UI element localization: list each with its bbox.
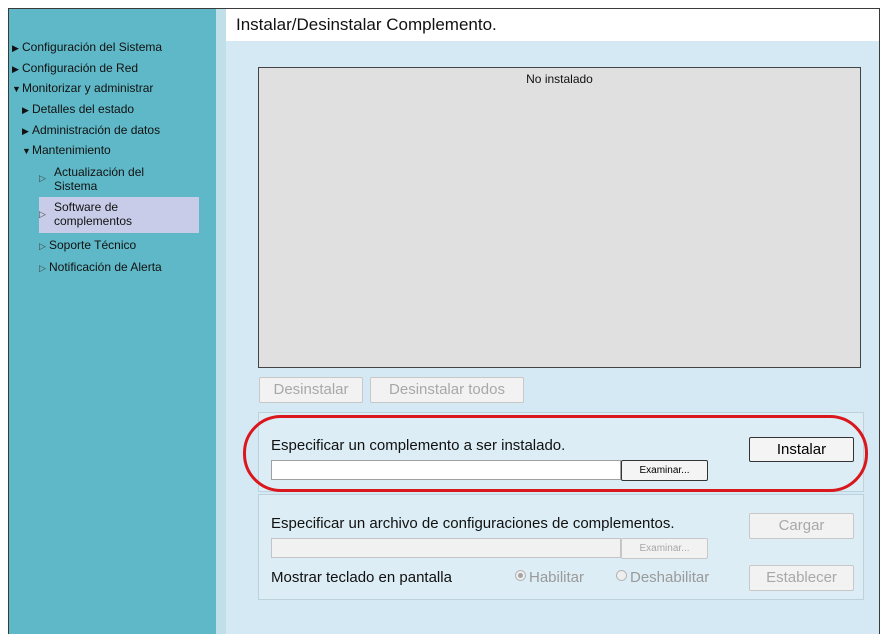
load-button[interactable]: Cargar (749, 513, 854, 539)
expand-arrow-icon: ▶ (12, 64, 19, 74)
leaf-arrow-icon: ▷ (39, 173, 46, 183)
uninstall-button[interactable]: Desinstalar (259, 377, 363, 403)
enable-radio[interactable]: Habilitar (515, 569, 584, 586)
settings-panel: Especificar un archivo de configuracione… (258, 494, 864, 600)
collapse-arrow-icon: ▼ (12, 84, 21, 94)
sidebar-item-data-admin[interactable]: ▶ Administración de datos (22, 123, 160, 138)
settings-file-field[interactable] (271, 538, 621, 558)
sidebar-item-status-details[interactable]: ▶ Detalles del estado (22, 102, 134, 117)
title-bar: Instalar/Desinstalar Complemento. (226, 9, 879, 41)
page-title: Instalar/Desinstalar Complemento. (236, 15, 497, 34)
empty-list-text: No instalado (526, 72, 593, 86)
sidebar-item-plugin-software[interactable]: ▷ Software de complementos (39, 197, 199, 233)
expand-arrow-icon: ▶ (22, 105, 29, 115)
sidebar-item-system-update[interactable]: ▷ Actualización del Sistema (39, 165, 144, 193)
sidebar: ▶ Configuración del Sistema ▶ Configuració… (9, 9, 216, 634)
radio-unselected-icon (616, 570, 627, 581)
sidebar-item-maintenance[interactable]: ▼Mantenimiento (22, 143, 111, 158)
main-content: Instalar/Desinstalar Complemento. No ins… (226, 9, 879, 634)
disable-radio[interactable]: Deshabilitar (616, 569, 709, 586)
uninstall-all-button[interactable]: Desinstalar todos (370, 377, 524, 403)
settings-file-label: Especificar un archivo de configuracione… (271, 515, 675, 532)
set-button[interactable]: Establecer (749, 565, 854, 591)
expand-arrow-icon: ▶ (12, 43, 19, 53)
expand-arrow-icon: ▶ (22, 126, 29, 136)
keyboard-label: Mostrar teclado en pantalla (271, 569, 452, 586)
sidebar-divider (216, 9, 226, 634)
collapse-arrow-icon: ▼ (22, 146, 31, 156)
app-frame: ▶ Configuración del Sistema ▶ Configuració… (8, 8, 880, 634)
radio-selected-icon (515, 570, 526, 581)
browse-settings-button[interactable]: Examinar... (621, 538, 708, 559)
installed-plugin-list[interactable]: No instalado (258, 67, 861, 368)
sidebar-item-monitor-admin[interactable]: ▼Monitorizar y administrar (12, 81, 153, 96)
sidebar-item-tech-support[interactable]: ▷ Soporte Técnico (39, 238, 136, 253)
leaf-arrow-icon: ▷ (39, 209, 46, 219)
leaf-arrow-icon: ▷ (39, 241, 46, 251)
leaf-arrow-icon: ▷ (39, 263, 46, 273)
sidebar-item-alert-notification[interactable]: ▷ Notificación de Alerta (39, 260, 162, 275)
highlight-annotation (243, 415, 868, 492)
sidebar-item-network-config[interactable]: ▶ Configuración de Red (12, 61, 138, 76)
sidebar-item-system-config[interactable]: ▶ Configuración del Sistema (12, 40, 162, 55)
